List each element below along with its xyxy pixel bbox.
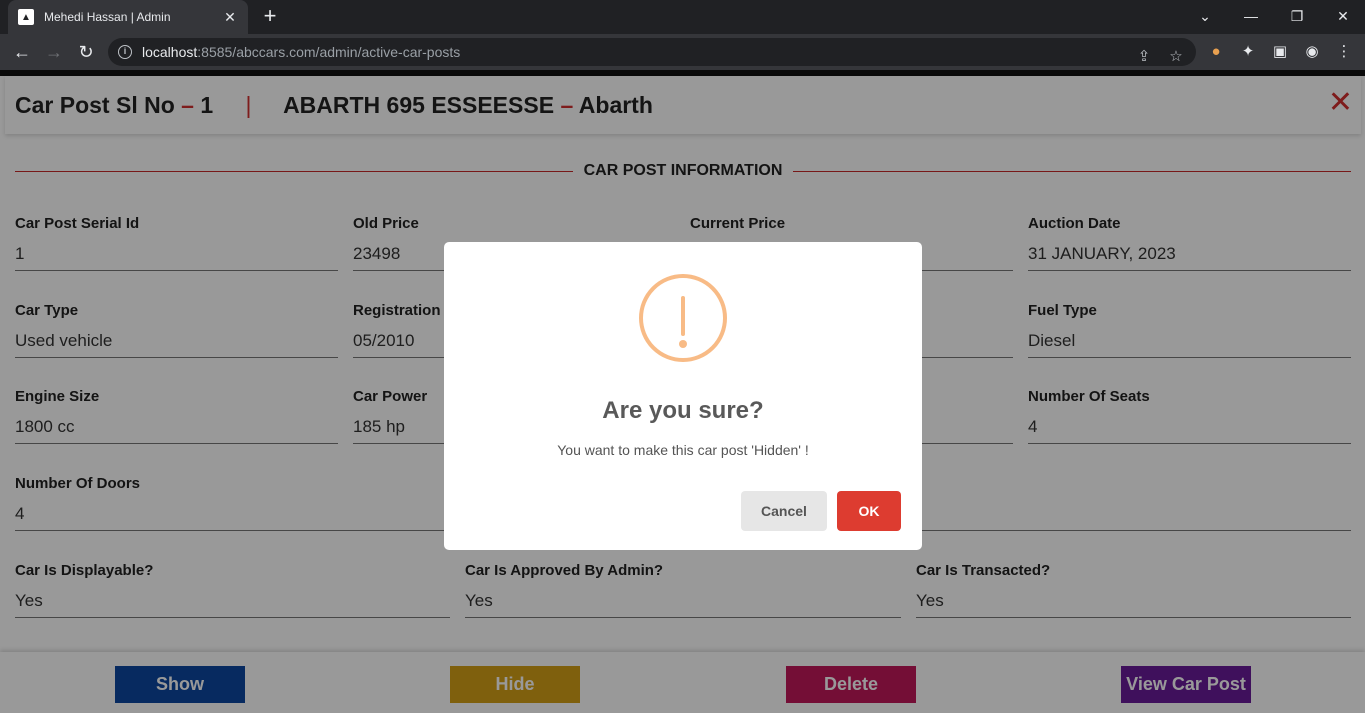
dialog-message: You want to make this car post 'Hidden' … xyxy=(557,442,809,458)
browser-toolbar: ← → ↻ i localhost:8585/abccars.com/admin… xyxy=(0,34,1365,70)
back-icon[interactable]: ← xyxy=(10,40,34,64)
tab-search-chevron-icon[interactable]: ⌄ xyxy=(1193,4,1217,28)
warning-icon xyxy=(639,274,727,362)
tab-title: Mehedi Hassan | Admin xyxy=(44,10,171,24)
new-tab-icon[interactable]: + xyxy=(258,4,282,28)
page-content: Car Post Sl No – 1 | ABARTH 695 ESSEESSE… xyxy=(0,70,1365,713)
share-icon[interactable]: ⇪ xyxy=(1134,47,1154,65)
browser-tabbar: ▲ Mehedi Hassan | Admin ✕ + ⌄ — ❐ ✕ xyxy=(0,0,1365,34)
dialog-title: Are you sure? xyxy=(602,397,764,424)
profile-avatar-icon[interactable]: ◉ xyxy=(1302,42,1322,62)
forward-icon[interactable]: → xyxy=(42,40,66,64)
extensions-puzzle-icon[interactable]: ✦ xyxy=(1238,42,1258,62)
minimize-icon[interactable]: — xyxy=(1239,4,1263,28)
tab-close-icon[interactable]: ✕ xyxy=(222,9,238,26)
site-info-icon[interactable]: i xyxy=(118,45,132,59)
bookmark-star-icon[interactable]: ☆ xyxy=(1166,47,1186,65)
window-close-icon[interactable]: ✕ xyxy=(1331,4,1355,28)
restore-icon[interactable]: ❐ xyxy=(1285,4,1309,28)
url-text: localhost:8585/abccars.com/admin/active-… xyxy=(142,44,461,60)
reload-icon[interactable]: ↻ xyxy=(74,40,98,64)
side-panel-icon[interactable]: ▣ xyxy=(1270,42,1290,62)
address-bar[interactable]: i localhost:8585/abccars.com/admin/activ… xyxy=(108,38,1196,66)
menu-kebab-icon[interactable]: ⋮ xyxy=(1334,42,1354,62)
cookie-extension-icon[interactable]: ● xyxy=(1206,42,1226,62)
ok-button[interactable]: OK xyxy=(837,491,901,531)
confirm-dialog: Are you sure? You want to make this car … xyxy=(444,242,922,550)
cancel-button[interactable]: Cancel xyxy=(741,491,827,531)
browser-tab[interactable]: ▲ Mehedi Hassan | Admin ✕ xyxy=(8,0,248,34)
favicon-icon: ▲ xyxy=(18,9,34,25)
